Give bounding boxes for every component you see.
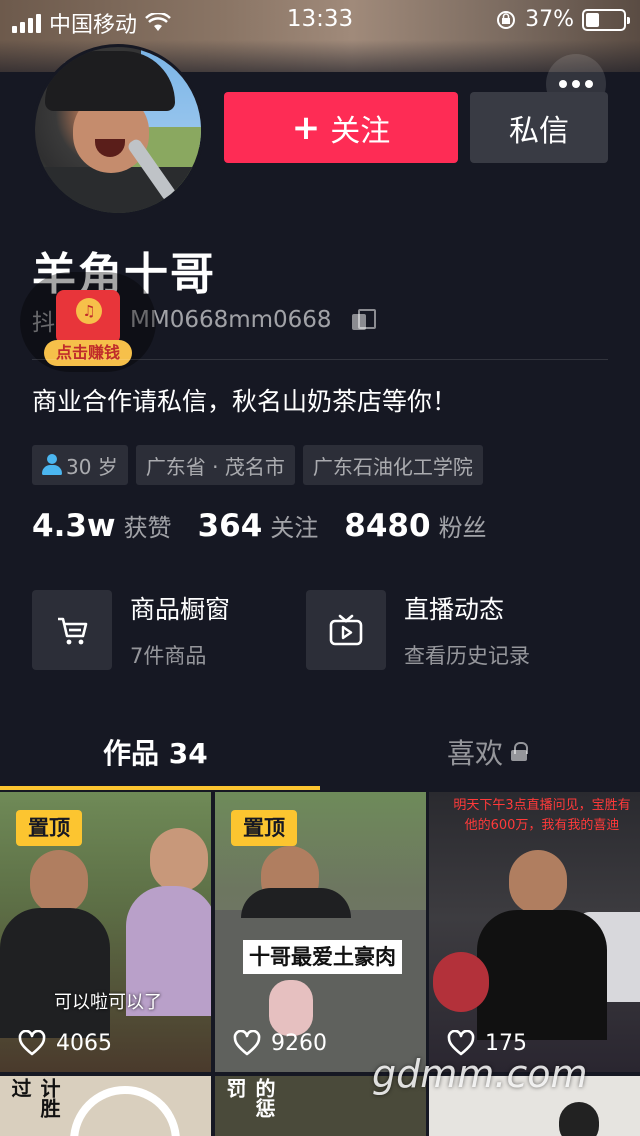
person-icon (42, 454, 62, 476)
shop-window-entry[interactable]: 商品橱窗 7件商品 (32, 590, 230, 670)
partial-caption: 计胜过 (8, 1078, 61, 1118)
pinned-badge: 置顶 (16, 810, 82, 846)
cart-icon (32, 590, 112, 670)
video-tile-partial[interactable]: 计胜过 (0, 1076, 211, 1136)
stat-followers[interactable]: 8480 粉丝 (344, 508, 486, 544)
tag-location: 广东省 · 茂名市 (135, 445, 295, 485)
tag-label: 广东省 · 茂名市 (145, 454, 285, 479)
tag-label: 广东石油化工学院 (312, 454, 473, 479)
video-caption: 十哥最爱土豪肉 (243, 940, 402, 974)
message-label: 私信 (509, 113, 569, 149)
lock-icon (511, 742, 529, 762)
message-button[interactable]: 私信 (470, 92, 608, 163)
live-history-subtitle: 查看历史记录 (404, 644, 530, 668)
battery-percent: 37% (525, 7, 574, 32)
follow-label: 关注 (330, 113, 391, 149)
more-dot-icon (572, 80, 580, 88)
copy-icon[interactable] (351, 309, 376, 331)
video-tile[interactable]: 置顶 十哥最爱土豪肉 9260 (215, 792, 426, 1072)
partial-caption: 的惩罚 (223, 1078, 276, 1118)
orientation-lock-icon (497, 10, 516, 29)
heart-icon (233, 1030, 261, 1056)
tag-label: 30 岁 (66, 454, 118, 479)
profile-tags: 30 岁 广东省 · 茂名市 广东石油化工学院 (32, 445, 483, 485)
video-likes: 4065 (18, 1030, 112, 1056)
tab-likes-label: 喜欢 (447, 737, 504, 770)
stat-likes[interactable]: 4.3w 获赞 (32, 508, 172, 544)
stat-label: 获赞 (123, 514, 172, 542)
likes-count: 9260 (271, 1030, 327, 1056)
stat-following[interactable]: 364 关注 (198, 508, 319, 544)
stat-value: 364 (197, 508, 263, 544)
live-history-entry[interactable]: 直播动态 查看历史记录 (306, 590, 530, 670)
video-likes: 9260 (233, 1030, 327, 1056)
more-dot-icon (585, 80, 593, 88)
watermark: gdmm.com (372, 1052, 588, 1096)
follow-button[interactable]: + 关注 (224, 92, 458, 163)
profile-stats: 4.3w 获赞 364 关注 8480 粉丝 (32, 508, 513, 544)
music-note-icon: ♫ (76, 298, 102, 324)
stat-value: 4.3w (32, 508, 116, 544)
tab-indicator (0, 786, 320, 790)
tab-works[interactable]: 作品 34 (103, 732, 208, 772)
divider (32, 359, 608, 360)
tag-school: 广东石油化工学院 (302, 445, 483, 485)
battery-fill (586, 12, 600, 27)
shop-window-title: 商品橱窗 (130, 595, 231, 624)
video-caption: 明天下午3点直播问见，宝胜有他的600万，我有我的喜迪 (453, 798, 631, 833)
earn-money-badge[interactable]: ♫ 点击赚钱 (20, 272, 156, 372)
profile-bio: 商业合作请私信，秋名山奶茶店等你！ (32, 387, 458, 416)
battery-icon (582, 8, 630, 31)
plus-icon: + (291, 107, 321, 148)
tag-age: 30 岁 (32, 445, 128, 485)
video-tile[interactable]: 置顶 可以啦可以了 4065 (0, 792, 211, 1072)
content-tabs: 作品 34 喜欢 (0, 712, 640, 792)
live-history-title: 直播动态 (404, 595, 505, 624)
avatar[interactable] (32, 44, 204, 216)
video-caption: 可以啦可以了 (54, 992, 162, 1013)
likes-count: 4065 (56, 1030, 112, 1056)
heart-icon (18, 1030, 46, 1056)
earn-badge-label: 点击赚钱 (44, 340, 132, 366)
status-bar: 中国移动 13:33 37% (0, 0, 640, 40)
status-right: 37% (495, 7, 630, 32)
more-dot-icon (559, 80, 567, 88)
uid-value: MM0668mm0668 (130, 307, 332, 333)
shop-window-subtitle: 7件商品 (130, 644, 207, 668)
pinned-badge: 置顶 (231, 810, 297, 846)
stat-label: 粉丝 (438, 514, 487, 542)
tab-likes[interactable]: 喜欢 (447, 732, 529, 772)
tv-icon (306, 590, 386, 670)
video-tile[interactable]: 明天下午3点直播问见，宝胜有他的600万，我有我的喜迪 175 (429, 792, 640, 1072)
stat-value: 8480 (344, 508, 431, 544)
stat-label: 关注 (270, 514, 319, 542)
